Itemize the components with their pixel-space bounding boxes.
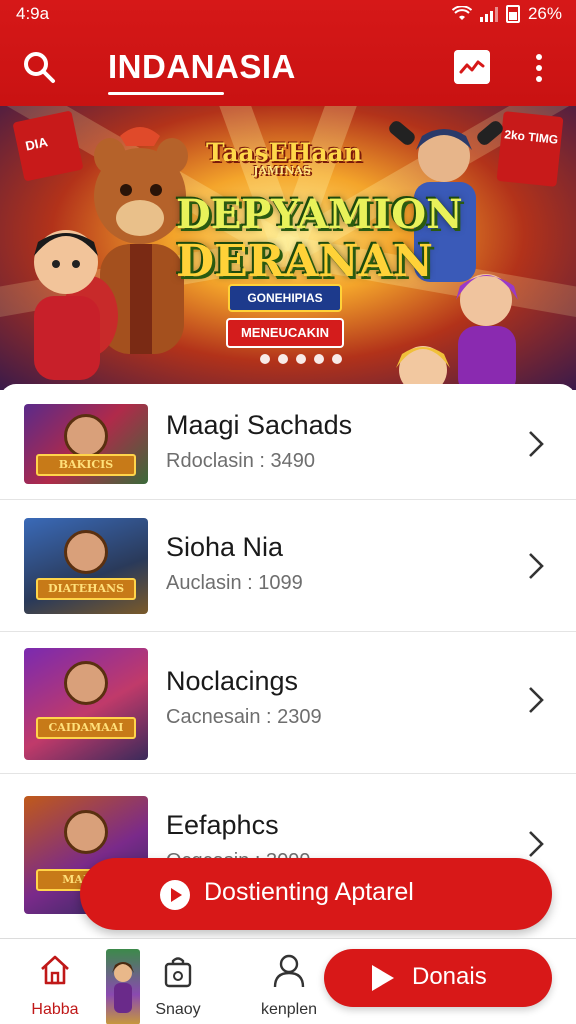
game-thumbnail: BAKICIS <box>24 404 148 484</box>
game-thumbnail: DIATEHANS <box>24 518 148 614</box>
thumbnail-label: CAIDAMAAI <box>36 717 136 739</box>
status-time: 4:9a <box>16 4 50 23</box>
chevron-right-icon <box>529 687 544 713</box>
thumbnail-label: BAKICIS <box>36 454 136 476</box>
banner-secondary-button[interactable]: GONEHIPIAS <box>228 284 342 312</box>
nav-game-thumbnail[interactable] <box>106 949 140 1024</box>
item-subtitle: Auclasin : 1099 <box>166 572 303 594</box>
item-subtitle: Rdoclasin : 3490 <box>166 450 315 472</box>
donate-button[interactable]: Donais <box>324 949 552 1007</box>
promo-banner[interactable]: DIA 2ko TIMG TaasEHaan JAMINAS DEPYAMION… <box>0 106 576 390</box>
bag-icon <box>164 957 192 988</box>
carousel-dot[interactable] <box>260 354 270 364</box>
nav-label-profile: kenplen <box>260 1001 318 1018</box>
bottom-navigation: Habba Snaoy kenplen Donais <box>0 938 576 1024</box>
app-screen: 4:9a 26% INDANASIA DIA 2ko TIMG TaasEHaa… <box>0 0 576 1024</box>
banner-character-blonde <box>396 346 450 390</box>
app-header: 4:9a 26% INDANASIA <box>0 0 576 106</box>
item-title: Sioha Nia <box>166 532 284 562</box>
carousel-indicator <box>260 354 342 364</box>
list-item[interactable]: BAKICIS Maagi Sachads Rdoclasin : 3490 <box>0 384 576 500</box>
character-face-icon <box>64 414 108 458</box>
chevron-right-icon <box>529 831 544 857</box>
nav-item-profile[interactable]: kenplen <box>250 939 328 1024</box>
signal-icon <box>479 6 498 22</box>
play-icon <box>372 965 394 991</box>
item-title: Eefaphcs <box>166 810 279 840</box>
character-face-icon <box>64 661 108 705</box>
page-title: INDANASIA <box>108 48 296 85</box>
banner-primary-button[interactable]: MENEUCAKIN <box>226 318 344 348</box>
nav-item-shop[interactable]: Snaoy <box>142 939 214 1024</box>
fab-label: Dostienting Aptarel <box>204 878 414 906</box>
game-thumbnail: CAIDAMAAI <box>24 648 148 760</box>
list-item[interactable]: DIATEHANS Sioha Nia Auclasin : 1099 <box>0 500 576 632</box>
person-icon <box>273 954 305 988</box>
donate-label: Donais <box>412 963 487 990</box>
banner-main-title: DEPYAMION DERANAN <box>176 191 463 287</box>
status-icons: 26% <box>451 4 562 24</box>
search-icon[interactable] <box>18 46 62 90</box>
play-icon <box>160 880 190 910</box>
nav-label-home: Habba <box>31 1001 79 1018</box>
app-bar: INDANASIA <box>0 38 576 98</box>
carousel-dot[interactable] <box>296 354 306 364</box>
trend-chart-icon[interactable] <box>454 50 490 84</box>
home-icon <box>41 955 69 985</box>
battery-icon <box>505 5 520 23</box>
item-subtitle: Cacnesain : 2309 <box>166 706 322 728</box>
wifi-icon <box>451 6 472 20</box>
list-item[interactable]: CAIDAMAAI Noclacings Cacnesain : 2309 <box>0 632 576 774</box>
character-thumbnail-icon <box>112 962 134 1013</box>
carousel-dot[interactable] <box>332 354 342 364</box>
title-underline <box>108 92 224 95</box>
nav-label-shop: Snaoy <box>155 1001 201 1018</box>
more-menu-icon[interactable] <box>526 48 552 88</box>
banner-flag-right: 2ko TIMG <box>496 111 564 187</box>
character-face-icon <box>64 810 108 854</box>
nav-item-home[interactable]: Habba <box>20 939 90 1024</box>
item-title: Maagi Sachads <box>166 410 353 440</box>
item-title: Noclacings <box>166 666 299 696</box>
chevron-right-icon <box>529 553 544 579</box>
carousel-dot[interactable] <box>314 354 324 364</box>
banner-character-boy <box>34 230 100 380</box>
character-face-icon <box>64 530 108 574</box>
status-bar: 4:9a 26% <box>0 0 576 30</box>
banner-small-title: TaasEHaan JAMINAS <box>206 138 362 177</box>
floating-action-button[interactable]: Dostienting Aptarel <box>80 858 552 930</box>
carousel-dot[interactable] <box>278 354 288 364</box>
thumbnail-label: DIATEHANS <box>36 578 136 600</box>
battery-percent: 26% <box>527 4 562 23</box>
chevron-right-icon <box>529 431 544 457</box>
